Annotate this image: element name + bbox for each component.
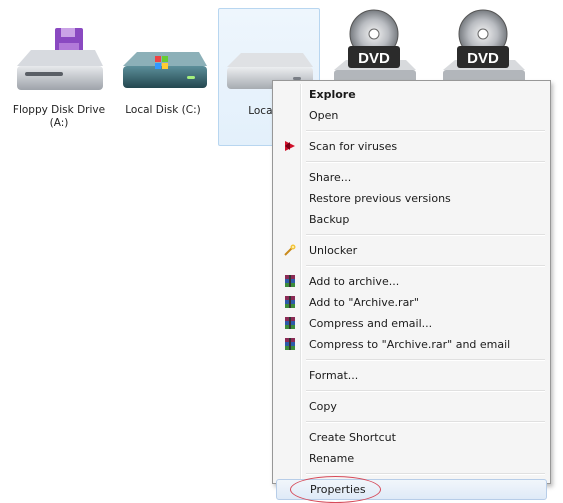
menu-item-add-to-archive[interactable]: Add to archive... <box>276 271 547 292</box>
menu-separator <box>306 473 545 475</box>
winrar-icon <box>285 338 295 350</box>
menu-item-label: Unlocker <box>309 244 358 257</box>
menu-item-compress-rar-and-email[interactable]: Compress to "Archive.rar" and email <box>276 334 547 355</box>
menu-separator <box>306 390 545 392</box>
desktop-window: Floppy Disk Drive (A:) Local Disk (C:) L… <box>0 0 563 503</box>
menu-item-open[interactable]: Open <box>276 105 547 126</box>
menu-separator <box>306 265 545 267</box>
menu-item-label: Add to "Archive.rar" <box>309 296 419 309</box>
system-drive-icon <box>123 52 207 88</box>
menu-item-rename[interactable]: Rename <box>276 448 547 469</box>
menu-item-share[interactable]: Share... <box>276 167 547 188</box>
menu-item-label: Scan for viruses <box>309 140 398 153</box>
menu-separator <box>306 359 545 361</box>
menu-item-unlocker[interactable]: Unlocker <box>276 240 547 261</box>
winrar-icon <box>285 296 295 308</box>
menu-item-explore[interactable]: Explore <box>276 84 547 105</box>
dvd-badge-text: DVD <box>358 50 390 67</box>
menu-item-properties[interactable]: Properties <box>276 476 547 503</box>
menu-item-restore-previous[interactable]: Restore previous versions <box>276 188 547 209</box>
menu-item-scan[interactable]: Scan for viruses <box>276 136 547 157</box>
menu-item-add-to-archive-rar[interactable]: Add to "Archive.rar" <box>276 292 547 313</box>
highlight-ellipse <box>290 476 381 503</box>
menu-item-label: Compress and email... <box>309 317 433 330</box>
antivirus-icon <box>285 141 295 151</box>
winrar-icon <box>285 275 295 287</box>
drive-floppy-a[interactable]: Floppy Disk Drive (A:) <box>8 8 110 146</box>
drive-local-c[interactable]: Local Disk (C:) <box>112 8 214 146</box>
menu-item-compress-and-email[interactable]: Compress and email... <box>276 313 547 334</box>
winrar-icon <box>285 317 295 329</box>
context-menu: Explore Open Scan for viruses Share... R… <box>272 80 551 503</box>
magic-wand-icon <box>284 244 296 256</box>
menu-item-format[interactable]: Format... <box>276 365 547 386</box>
drive-label: Local Disk (C:) <box>125 104 201 116</box>
menu-item-create-shortcut[interactable]: Create Shortcut <box>276 427 547 448</box>
dvd-badge-text: DVD <box>467 50 499 67</box>
menu-separator <box>306 234 545 236</box>
menu-item-label: Add to archive... <box>309 275 400 288</box>
menu-separator <box>306 130 545 132</box>
floppy-drive-icon <box>17 28 103 90</box>
drive-label: Floppy Disk Drive (A:) <box>12 104 106 129</box>
menu-item-label: Compress to "Archive.rar" and email <box>309 338 511 351</box>
menu-item-backup[interactable]: Backup <box>276 209 547 230</box>
menu-item-copy[interactable]: Copy <box>276 396 547 417</box>
menu-separator <box>306 161 545 163</box>
menu-separator <box>306 421 545 423</box>
